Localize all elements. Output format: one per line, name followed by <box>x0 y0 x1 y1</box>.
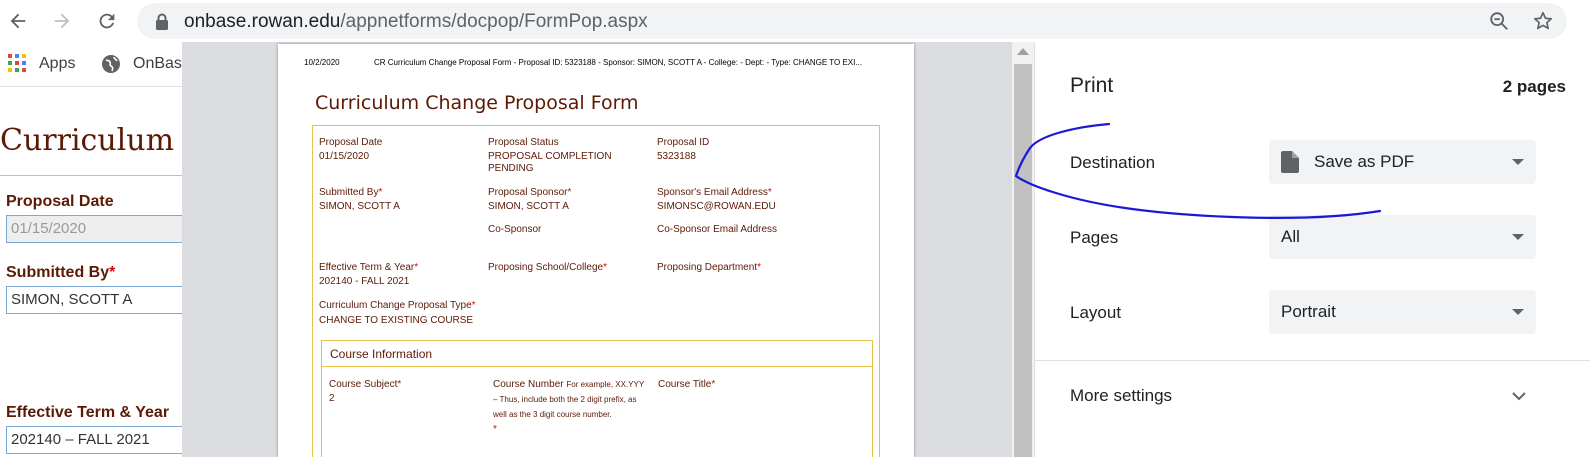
submitted-by-label: Submitted By* <box>6 264 116 281</box>
background-form-page: Curriculum Proposal Date 01/15/2020 Subm… <box>0 86 200 457</box>
course-number-label: Course Number For example, XX.YYY <box>493 379 645 390</box>
proposal-sponsor-value: SIMON, SCOTT A <box>488 201 569 212</box>
print-header-date: 10/2/2020 <box>304 58 340 67</box>
globe-icon <box>101 54 121 74</box>
proposal-id-label: Proposal ID <box>657 137 710 148</box>
url-text[interactable]: onbase.rowan.edu/appnetforms/docpop/Form… <box>184 11 648 33</box>
pages-value: All <box>1281 227 1300 246</box>
proposal-date-value: 01/15/2020 <box>319 151 370 162</box>
zoom-icon[interactable] <box>1488 10 1510 37</box>
bookmarks-bar: Apps OnBas <box>0 42 200 86</box>
effective-term-label: Effective Term & Year* <box>319 262 419 273</box>
form-title: Curriculum Change Proposal Form <box>315 92 639 114</box>
submitted-by-value: SIMON, SCOTT A <box>319 201 400 212</box>
course-number-hint-line2: – Thus, include both the 2 digit prefix,… <box>493 395 637 404</box>
change-type-value: CHANGE TO EXISTING COURSE <box>319 315 474 326</box>
course-number-required-mark: * <box>493 424 497 435</box>
co-sponsor-label: Co-Sponsor <box>488 224 542 235</box>
dropdown-caret-icon <box>1512 159 1524 165</box>
back-arrow-icon[interactable] <box>3 6 33 36</box>
bookmark-star-icon[interactable] <box>1532 10 1554 37</box>
proposal-date-label: Proposal Date <box>6 193 114 210</box>
preview-scrollbar-thumb[interactable] <box>1014 64 1032 457</box>
destination-select[interactable]: Save as PDF <box>1269 140 1536 184</box>
course-information-section: Course Subject* 2 Course Number For exam… <box>321 367 873 457</box>
effective-term-value: 202140 - FALL 2021 <box>319 276 410 287</box>
form-section: Proposal Date 01/15/2020 Proposal Status… <box>312 125 880 457</box>
course-subject-label: Course Subject* <box>329 379 402 390</box>
proposing-department-label: Proposing Department* <box>657 262 761 273</box>
forward-arrow-icon[interactable] <box>47 6 77 36</box>
apps-grid-icon <box>8 54 28 74</box>
page-count: 2 pages <box>1502 77 1566 96</box>
dropdown-caret-icon <box>1512 309 1524 315</box>
destination-label: Destination <box>1070 153 1156 172</box>
submitted-by-field[interactable]: SIMON, SCOTT A <box>6 286 196 314</box>
pages-label: Pages <box>1070 228 1119 247</box>
reload-icon[interactable] <box>92 6 122 36</box>
sponsor-email-value: SIMONSC@ROWAN.EDU <box>657 201 776 212</box>
bookmark-apps[interactable]: Apps <box>8 54 75 74</box>
proposing-school-label: Proposing School/College* <box>488 262 607 273</box>
bookmark-onbase[interactable]: OnBas <box>101 54 182 74</box>
layout-label: Layout <box>1070 303 1122 322</box>
pages-select[interactable]: All <box>1269 215 1536 259</box>
proposal-sponsor-label: Proposal Sponsor* <box>488 187 572 198</box>
course-information-header: Course Information <box>321 340 873 367</box>
browser-toolbar: onbase.rowan.edu/appnetforms/docpop/Form… <box>0 0 1590 42</box>
destination-value: Save as PDF <box>1314 152 1415 171</box>
effective-term-label: Effective Term & Year <box>6 404 170 421</box>
submitted-by-label: Submitted By* <box>319 187 383 198</box>
layout-select[interactable]: Portrait <box>1269 290 1536 334</box>
co-sponsor-email-label: Co-Sponsor Email Address <box>657 224 778 235</box>
chevron-down-icon[interactable] <box>1511 388 1527 409</box>
proposal-id-value: 5323188 <box>657 151 696 162</box>
print-header-title: CR Curriculum Change Proposal Form - Pro… <box>374 58 863 67</box>
document-icon <box>1281 151 1299 178</box>
preview-page: 10/2/2020 CR Curriculum Change Proposal … <box>278 44 914 457</box>
address-bar[interactable]: onbase.rowan.edu/appnetforms/docpop/Form… <box>137 3 1567 39</box>
course-title-label: Course Title* <box>658 379 716 390</box>
print-title: Print <box>1070 74 1114 97</box>
proposal-status-value-line1: PROPOSAL COMPLETION <box>488 151 612 162</box>
lock-icon[interactable] <box>155 13 169 35</box>
change-type-label: Curriculum Change Proposal Type* <box>319 300 476 311</box>
title-divider <box>0 175 200 176</box>
course-number-hint-line3: well as the 3 digit course number. <box>493 410 612 419</box>
bookmark-apps-label: Apps <box>39 55 76 72</box>
proposal-status-label: Proposal Status <box>488 137 559 148</box>
proposal-status-value-line2: PENDING <box>488 163 534 174</box>
dropdown-caret-icon <box>1512 234 1524 240</box>
scroll-up-arrow-icon[interactable] <box>1017 48 1029 55</box>
layout-value: Portrait <box>1281 302 1336 321</box>
print-settings-panel: Print 2 pages Destination Save as PDF Pa… <box>1034 42 1590 457</box>
effective-term-field[interactable]: 202140 – FALL 2021 <box>6 426 196 454</box>
sponsor-email-label: Sponsor's Email Address* <box>657 187 772 198</box>
proposal-date-label: Proposal Date <box>319 137 383 148</box>
more-settings-toggle[interactable]: More settings <box>1070 386 1172 406</box>
proposal-date-field[interactable]: 01/15/2020 <box>6 215 196 243</box>
bookmark-onbase-label: OnBas <box>133 55 182 72</box>
panel-divider <box>1035 360 1590 361</box>
page-title: Curriculum <box>0 123 175 158</box>
course-subject-value: 2 <box>329 393 335 404</box>
